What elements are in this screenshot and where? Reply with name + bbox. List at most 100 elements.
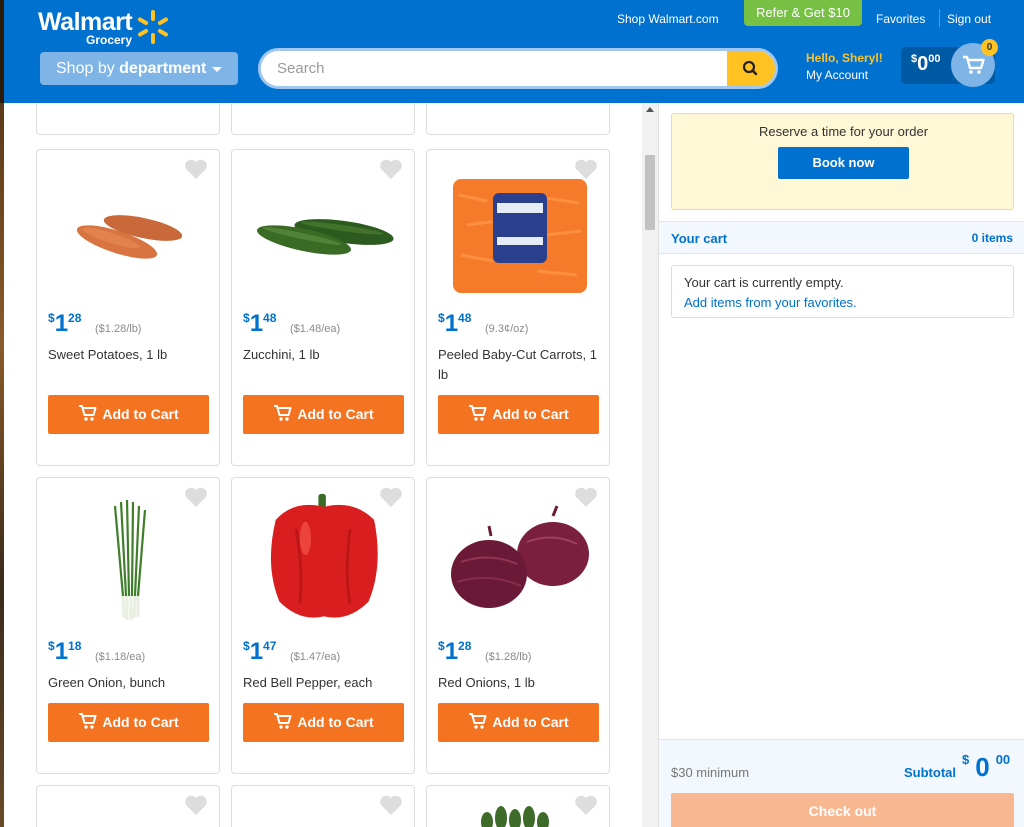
add-to-cart-button[interactable]: Add to Cart — [48, 395, 209, 434]
product-price: $118 — [48, 638, 82, 665]
cart-icon — [469, 405, 487, 421]
greeting: Hello, Sheryl! — [806, 51, 883, 65]
cart-count-badge: 0 — [981, 39, 998, 56]
reserve-time-banner: Reserve a time for your order Book now — [671, 113, 1014, 210]
search-input[interactable] — [261, 51, 728, 86]
product-price: $128 — [438, 638, 472, 665]
scrollbar[interactable] — [642, 103, 658, 827]
add-to-cart-button[interactable]: Add to Cart — [243, 703, 404, 742]
heart-icon[interactable] — [573, 792, 599, 818]
add-to-cart-label: Add to Cart — [297, 406, 374, 422]
shop-walmart-link[interactable]: Shop Walmart.com — [617, 12, 719, 26]
cart-header: Your cart 0 items — [659, 221, 1024, 254]
chevron-down-icon — [212, 67, 222, 72]
add-to-cart-label: Add to Cart — [297, 714, 374, 730]
unit-price: ($1.47/ea) — [290, 651, 341, 663]
search-button[interactable] — [727, 51, 775, 86]
product-name[interactable]: Sweet Potatoes, 1 lb — [48, 345, 213, 365]
unit-price: ($1.28/lb) — [95, 323, 142, 335]
product-card-partial — [36, 103, 220, 135]
product-card[interactable]: $128 ($1.28/lb) Red Onions, 1 lb Add to … — [426, 477, 610, 774]
cart-icon — [469, 713, 487, 729]
heart-icon[interactable] — [378, 156, 404, 182]
search-bar — [258, 48, 778, 89]
cart-icon — [79, 713, 97, 729]
scroll-up-arrow-icon[interactable] — [646, 107, 654, 112]
add-to-cart-label: Add to Cart — [102, 714, 179, 730]
cart-icon — [79, 405, 97, 421]
unit-price: ($1.18/ea) — [95, 651, 146, 663]
product-card-partial — [231, 103, 415, 135]
carrots-image[interactable] — [427, 175, 611, 305]
add-to-cart-button[interactable]: Add to Cart — [438, 395, 599, 434]
red-pepper-image[interactable] — [232, 492, 416, 622]
favorites-link[interactable]: Favorites — [876, 12, 925, 26]
add-to-cart-button[interactable]: Add to Cart — [48, 703, 209, 742]
asparagus-image[interactable] — [467, 804, 567, 827]
search-icon — [742, 60, 758, 76]
header-divider — [939, 9, 940, 27]
add-to-cart-label: Add to Cart — [102, 406, 179, 422]
sign-out-link[interactable]: Sign out — [947, 12, 991, 26]
header-cart-total: $000 — [911, 53, 941, 75]
logo-subtitle: Grocery — [86, 33, 133, 47]
add-from-favorites-link[interactable]: Add items from your favorites. — [684, 295, 857, 310]
walmart-grocery-logo[interactable]: Walmart Grocery — [38, 8, 178, 48]
product-card-partial — [426, 103, 610, 135]
checkout-button[interactable]: Check out — [671, 793, 1014, 827]
product-price: $148 — [243, 310, 277, 337]
site-header: Walmart Grocery Shop Walmart.com Refer &… — [0, 0, 1024, 103]
red-onion-image[interactable] — [427, 502, 611, 632]
product-price: $148 — [438, 310, 472, 337]
empty-cart-message: Your cart is currently empty. Add items … — [671, 265, 1014, 318]
product-card-partial[interactable] — [36, 785, 220, 827]
product-card[interactable]: $148 ($1.48/ea) Zucchini, 1 lb Add to Ca… — [231, 149, 415, 466]
subtotal-label: Subtotal — [904, 765, 956, 780]
product-name[interactable]: Zucchini, 1 lb — [243, 345, 408, 365]
product-card-partial[interactable] — [231, 785, 415, 827]
add-to-cart-label: Add to Cart — [492, 714, 569, 730]
shop-by-department-button[interactable]: Shop by department — [40, 52, 238, 85]
book-now-button[interactable]: Book now — [778, 147, 909, 179]
green-onion-image[interactable] — [37, 496, 221, 626]
cart-footer: $30 minimum Subtotal $0 00 Check out — [659, 739, 1024, 827]
unit-price: ($1.28/lb) — [485, 651, 532, 663]
cart-sidebar: Reserve a time for your order Book now Y… — [658, 103, 1024, 827]
order-minimum: $30 minimum — [671, 765, 750, 780]
department-label: department — [119, 60, 207, 77]
product-name[interactable]: Green Onion, bunch — [48, 673, 213, 693]
my-account-link[interactable]: My Account — [806, 68, 868, 82]
empty-cart-text: Your cart is currently empty. — [684, 275, 844, 290]
product-name[interactable]: Red Bell Pepper, each — [243, 673, 408, 693]
cart-icon — [274, 713, 292, 729]
reserve-text: Reserve a time for your order — [758, 124, 929, 139]
product-price: $128 — [48, 310, 82, 337]
scroll-thumb[interactable] — [645, 155, 655, 230]
product-name[interactable]: Peeled Baby-Cut Carrots, 1 lb — [438, 345, 603, 385]
unit-price: ($1.48/ea) — [290, 323, 341, 335]
cart-icon — [274, 405, 292, 421]
product-price: $147 — [243, 638, 277, 665]
sweet-potato-image[interactable] — [37, 180, 221, 310]
heart-icon[interactable] — [183, 156, 209, 182]
add-to-cart-label: Add to Cart — [492, 406, 569, 422]
cart-item-count: 0 items — [971, 231, 1013, 245]
zucchini-image[interactable] — [232, 180, 416, 310]
product-card[interactable]: $118 ($1.18/ea) Green Onion, bunch Add t… — [36, 477, 220, 774]
unit-price: (9.3¢/oz) — [485, 323, 529, 335]
product-card[interactable]: $148 (9.3¢/oz) Peeled Baby-Cut Carrots, … — [426, 149, 610, 466]
product-card[interactable]: $147 ($1.47/ea) Red Bell Pepper, each Ad… — [231, 477, 415, 774]
add-to-cart-button[interactable]: Add to Cart — [243, 395, 404, 434]
spark-icon — [138, 10, 168, 44]
product-grid: $128 ($1.28/lb) Sweet Potatoes, 1 lb Add… — [4, 103, 642, 827]
product-card[interactable]: $128 ($1.28/lb) Sweet Potatoes, 1 lb Add… — [36, 149, 220, 466]
product-name[interactable]: Red Onions, 1 lb — [438, 673, 603, 693]
subtotal-amount: $0 00 — [962, 752, 1011, 782]
product-card-partial[interactable] — [426, 785, 610, 827]
your-cart-title: Your cart — [671, 231, 728, 246]
refer-button[interactable]: Refer & Get $10 — [744, 0, 862, 26]
shop-by-label: Shop by — [56, 60, 115, 77]
heart-icon[interactable] — [378, 792, 404, 818]
heart-icon[interactable] — [183, 792, 209, 818]
add-to-cart-button[interactable]: Add to Cart — [438, 703, 599, 742]
